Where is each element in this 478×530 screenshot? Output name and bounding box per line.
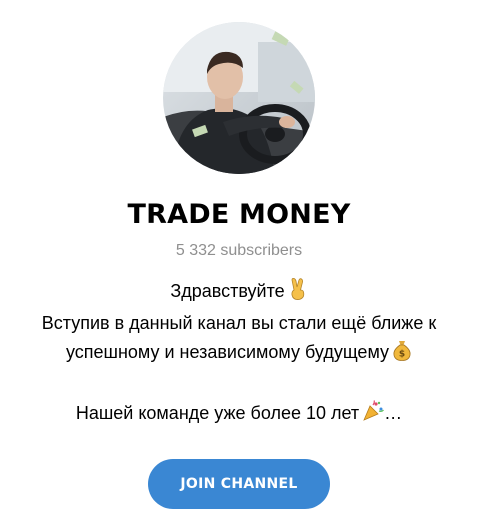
- channel-preview: TRADE MONEY 5 332 subscribers Здравствуй…: [0, 0, 478, 530]
- description-text: Нашей команде уже более 10 лет: [75, 403, 360, 423]
- party-popper-icon: [362, 400, 385, 431]
- description-text: Здравствуйте: [170, 281, 285, 301]
- channel-title: TRADE MONEY: [127, 199, 351, 230]
- join-channel-button[interactable]: JOIN CHANNEL: [148, 459, 330, 509]
- description-line: Нашей команде уже более 10 лет …: [4, 399, 474, 431]
- subscriber-count: 5 332 subscribers: [175, 242, 303, 259]
- svg-text:$: $: [399, 350, 405, 360]
- description-line: успешному и независимому будущему $: [4, 338, 474, 370]
- money-bag-icon: $: [392, 339, 412, 370]
- description-spacer: [4, 370, 474, 399]
- channel-description: Здравствуйте Вступив в данный канал вы с…: [4, 277, 474, 431]
- description-ellipsis: …: [384, 403, 403, 423]
- victory-hand-icon: [288, 278, 308, 309]
- avatar-photo: [163, 22, 315, 174]
- description-line: Здравствуйте: [4, 277, 474, 309]
- channel-avatar: [163, 22, 315, 174]
- description-text: успешному и независимому будущему: [65, 342, 390, 362]
- description-line: Вступив в данный канал вы стали ещё ближ…: [41, 313, 437, 333]
